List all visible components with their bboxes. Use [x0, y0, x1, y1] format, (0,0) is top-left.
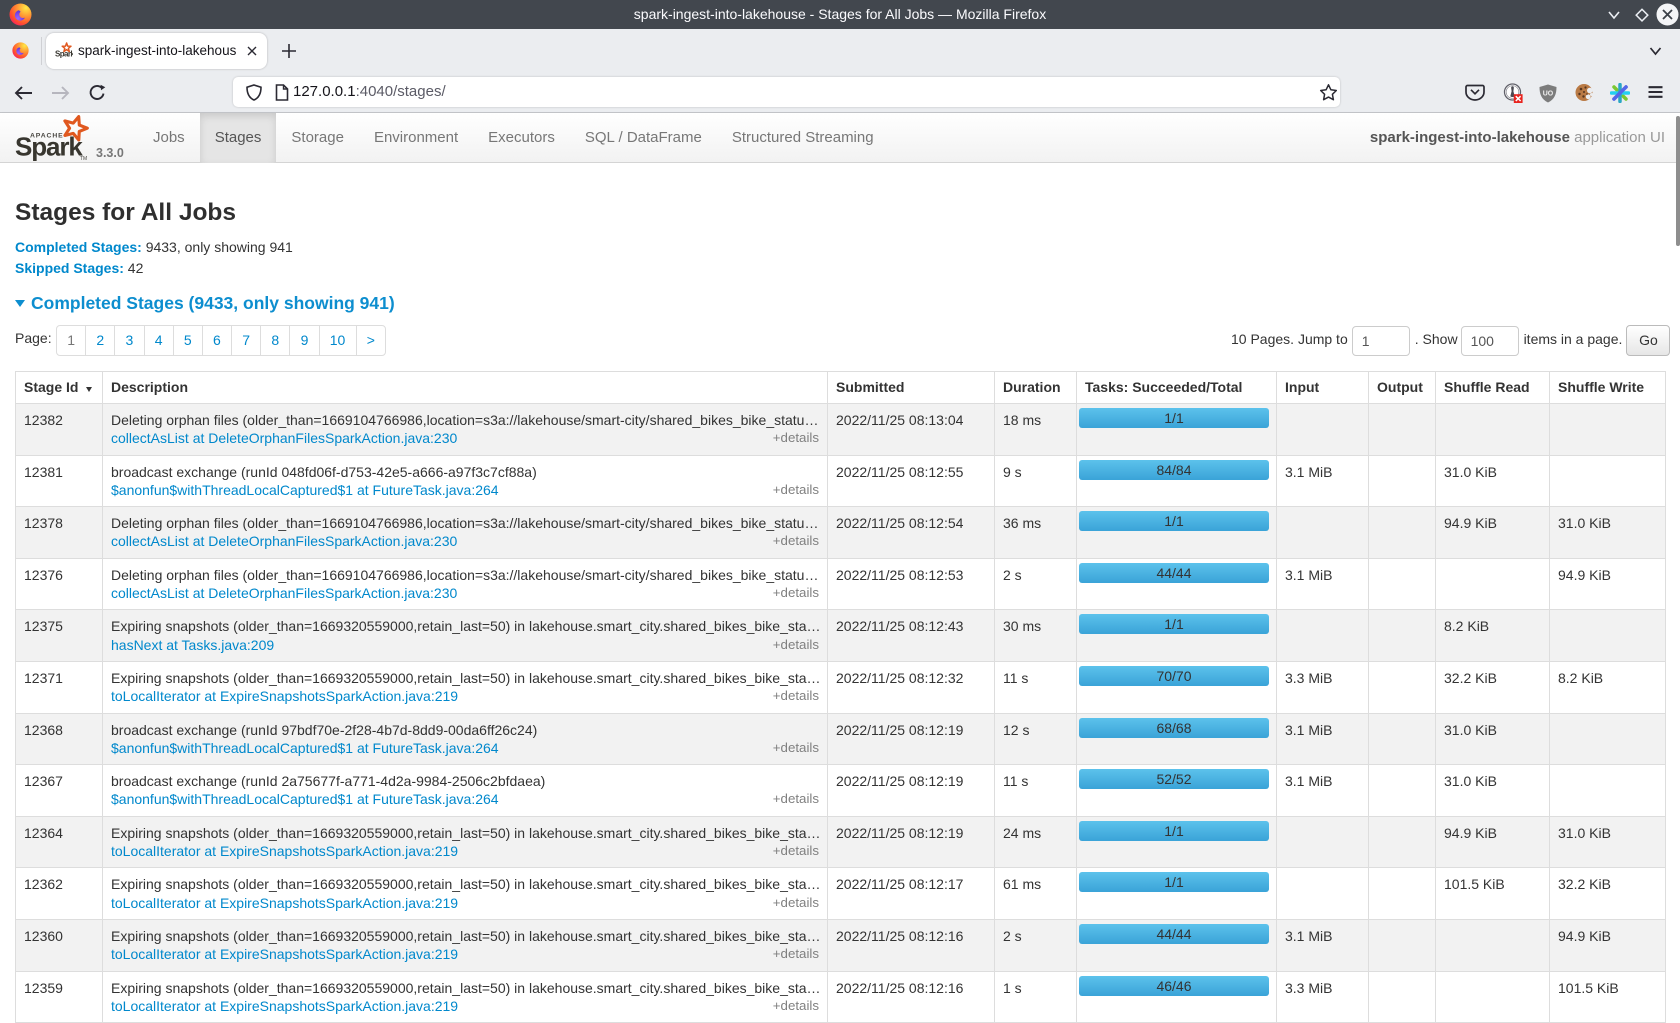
svg-text:TM: TM [80, 156, 87, 161]
svg-text:Spark: Spark [15, 132, 83, 162]
svg-text:UO: UO [1543, 91, 1554, 98]
